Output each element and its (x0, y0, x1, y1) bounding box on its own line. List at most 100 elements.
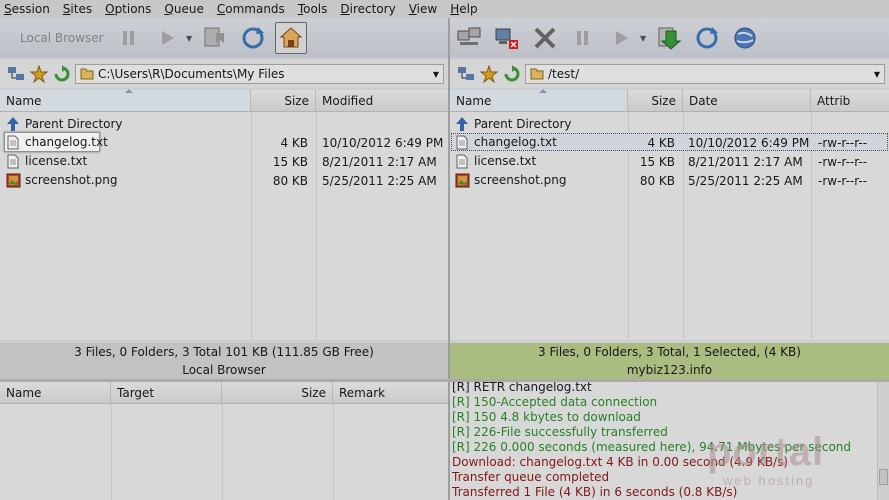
parent-directory-row[interactable]: Parent Directory (5, 115, 123, 133)
column-modified[interactable]: Modified (316, 90, 448, 111)
queue-header: Name Target Size Remark (0, 382, 448, 404)
column-name[interactable]: Name (0, 382, 111, 403)
computer-network-icon[interactable] (456, 64, 476, 84)
file-modified: 5/25/2011 2:25 AM (322, 174, 437, 188)
portal-watermark-logo: portal web hosting (707, 430, 857, 490)
remote-toolbar: ▼ (450, 18, 889, 58)
column-target[interactable]: Target (111, 382, 222, 403)
file-modified: 8/21/2011 2:17 AM (322, 155, 437, 169)
file-name: screenshot.png (25, 173, 118, 187)
refresh-icon[interactable] (691, 22, 723, 54)
folder-icon (80, 66, 94, 83)
table-row[interactable]: screenshot.png (454, 171, 566, 189)
menu-view[interactable]: View (409, 2, 437, 16)
file-name: license.txt (474, 154, 537, 168)
file-size: 80 KB (272, 174, 308, 188)
table-row[interactable]: license.txt (454, 152, 536, 170)
menu-session[interactable]: Session (4, 2, 50, 16)
favorites-star-icon[interactable] (29, 64, 49, 84)
text-file-icon (5, 153, 21, 169)
local-status-summary: 3 Files, 0 Folders, 3 Total 101 KB (111.… (0, 343, 448, 361)
log-line: Transfer queue completed (452, 470, 610, 484)
text-file-icon (454, 134, 470, 150)
menu-queue[interactable]: Queue (164, 2, 203, 16)
play-dropdown-icon[interactable]: ▼ (186, 34, 196, 43)
table-row[interactable]: screenshot.png (5, 171, 117, 189)
go-up-icon[interactable] (52, 64, 72, 84)
play-icon[interactable] (605, 22, 637, 54)
file-size: 80 KB (639, 174, 675, 188)
remote-path-bar: /test/ ▼ (450, 60, 889, 88)
menu-directory[interactable]: Directory (340, 2, 395, 16)
menu-help[interactable]: Help (450, 2, 477, 16)
download-icon[interactable] (653, 22, 685, 54)
play-icon[interactable] (151, 22, 183, 54)
file-size: 4 KB (647, 136, 675, 150)
remote-list-header: Name Size Date Attrib (450, 89, 889, 112)
parent-directory-label: Parent Directory (25, 117, 123, 131)
file-name: changelog.txt (474, 135, 557, 149)
parent-directory-label: Parent Directory (474, 117, 572, 131)
menu-bar: Session Sites Options Queue Commands Too… (0, 0, 889, 18)
log-scrollbar[interactable] (877, 382, 889, 500)
log-line: Transferred 1 File (4 KB) in 6 seconds (… (452, 485, 738, 499)
text-file-icon (454, 153, 470, 169)
transfer-icon[interactable] (199, 22, 231, 54)
go-up-icon[interactable] (502, 64, 522, 84)
file-attrib: -rw-r--r-- (818, 174, 868, 188)
pause-icon[interactable] (567, 22, 599, 54)
parent-directory-row[interactable]: Parent Directory (454, 115, 572, 133)
favorites-star-icon[interactable] (479, 64, 499, 84)
home-icon[interactable] (275, 22, 307, 54)
file-size: 15 KB (272, 155, 308, 169)
connect-icon[interactable] (453, 22, 485, 54)
chevron-down-icon[interactable]: ▼ (870, 70, 884, 79)
image-file-icon (454, 172, 470, 188)
remote-pane-label: mybiz123.info (450, 361, 889, 379)
column-name[interactable]: Name (0, 89, 251, 111)
log-line: [R] 150-Accepted data connection (452, 395, 658, 409)
menu-commands[interactable]: Commands (217, 2, 285, 16)
file-name: changelog.txt (25, 135, 108, 149)
menu-options[interactable]: Options (105, 2, 151, 16)
table-row[interactable]: license.txt (5, 152, 87, 170)
arrow-up-icon (5, 116, 21, 132)
local-pane-label: Local Browser (0, 361, 448, 379)
column-name[interactable]: Name (450, 89, 628, 111)
image-file-icon (5, 172, 21, 188)
play-dropdown-icon[interactable]: ▼ (640, 34, 650, 43)
column-size[interactable]: Size (222, 382, 333, 403)
watermark-sub-text: web hosting (723, 473, 815, 488)
local-file-list: Name Size Modified Parent Directory chan… (0, 89, 448, 340)
refresh-icon[interactable] (237, 22, 269, 54)
local-browser-button[interactable]: Local Browser (0, 31, 110, 45)
cancel-icon[interactable] (529, 22, 561, 54)
local-path-text: C:\Users\R\Documents\My Files (98, 67, 285, 81)
globe-icon[interactable] (729, 22, 761, 54)
watermark-main-text: portal (707, 430, 825, 474)
log-line: [R] RETR changelog.txt (452, 382, 592, 394)
local-path-combobox[interactable]: C:\Users\R\Documents\My Files ▼ (75, 64, 444, 84)
menu-tools[interactable]: Tools (298, 2, 328, 16)
column-size[interactable]: Size (251, 90, 316, 111)
remote-path-combobox[interactable]: /test/ ▼ (525, 64, 885, 84)
table-row[interactable]: changelog.txt (5, 133, 108, 151)
disconnect-icon[interactable] (491, 22, 523, 54)
pause-icon[interactable] (113, 22, 145, 54)
table-row[interactable]: changelog.txt (454, 133, 557, 151)
file-attrib: -rw-r--r-- (818, 155, 868, 169)
chevron-down-icon[interactable]: ▼ (429, 70, 443, 79)
menu-sites[interactable]: Sites (63, 2, 92, 16)
column-attrib[interactable]: Attrib (811, 90, 889, 111)
file-name: license.txt (25, 154, 88, 168)
column-size[interactable]: Size (628, 90, 683, 111)
column-date[interactable]: Date (683, 90, 811, 111)
file-date: 5/25/2011 2:25 AM (688, 174, 803, 188)
column-remark[interactable]: Remark (333, 382, 448, 403)
scrollbar-thumb[interactable] (879, 469, 888, 485)
remote-path-text: /test/ (548, 67, 580, 81)
arrow-up-icon (454, 116, 470, 132)
text-file-icon (5, 134, 21, 150)
computer-network-icon[interactable] (6, 64, 26, 84)
local-list-header: Name Size Modified (0, 89, 448, 112)
